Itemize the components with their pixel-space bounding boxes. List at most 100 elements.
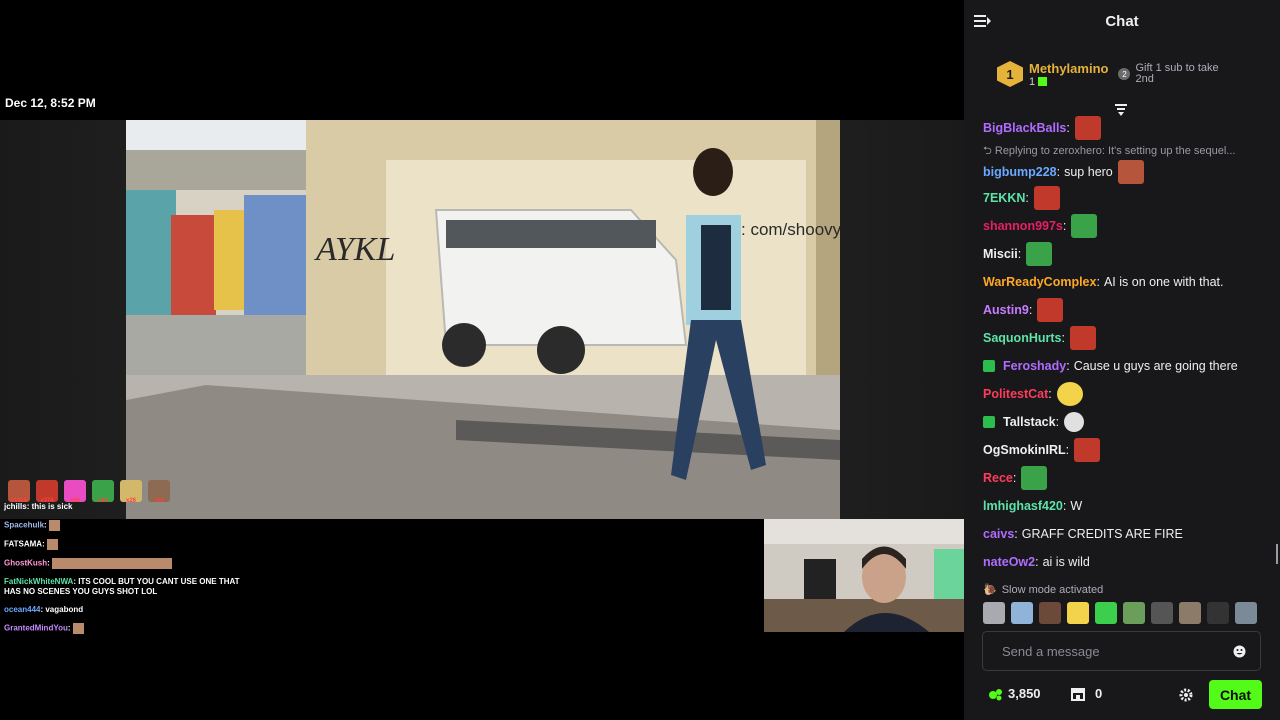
message-username[interactable]: PolitestCat: [983, 387, 1048, 401]
combo-emote: x1016: [8, 480, 30, 504]
chat-message[interactable]: SaquonHurts:: [983, 324, 1280, 352]
stream-video[interactable]: AYKL vy: com/shoovy: [126, 120, 840, 519]
message-username[interactable]: Feroshady: [1003, 359, 1066, 373]
chat-panel: Chat 1 Methylamino 1 2 Gift 1 sub to tak…: [964, 0, 1280, 720]
message-username[interactable]: BigBlackBalls: [983, 121, 1066, 135]
quick-emote[interactable]: [1039, 602, 1061, 624]
overlay-chat-line: GrantedMindYou:: [4, 623, 244, 634]
message-username[interactable]: OgSmokinIRL: [983, 443, 1066, 457]
gifter-badge-icon: [983, 416, 995, 428]
chat-message[interactable]: 7EKKN:: [983, 184, 1280, 212]
quick-emote[interactable]: [1235, 602, 1257, 624]
top-gifter-banner[interactable]: 1 Methylamino 1 2 Gift 1 sub to take 2nd: [964, 42, 1280, 106]
message-username[interactable]: caivs: [983, 527, 1014, 541]
message-emote: [1064, 412, 1085, 432]
message-emote: [1117, 160, 1144, 184]
overlay-user: FatNickWhiteNWA: [4, 577, 74, 586]
overlay-user: jchills: [4, 502, 27, 511]
emote-combo-strip: x1016 x374 x65 x61 x26 x20: [8, 480, 170, 504]
stream-timestamp: Dec 12, 8:52 PM: [5, 96, 96, 110]
webcam-image: [764, 519, 964, 632]
overlay-user: FATSAMA: [4, 539, 43, 549]
overlay-chat-line: Spacehulk:: [4, 520, 244, 531]
send-chat-button[interactable]: Chat: [1209, 680, 1262, 709]
reply-text: Replying to zeroxhero: It's setting up t…: [994, 145, 1236, 157]
overlay-emote-row: [51, 558, 172, 569]
message-username[interactable]: bigbump228: [983, 165, 1057, 179]
overlay-user: GrantedMindYou: [4, 623, 68, 633]
chat-message[interactable]: Tallstack:: [983, 408, 1280, 436]
collapse-chat-icon[interactable]: [974, 13, 992, 29]
quick-emote[interactable]: [1011, 602, 1033, 624]
message-input-box[interactable]: [982, 631, 1261, 671]
chat-message[interactable]: nateOw2: ai is wild: [983, 548, 1280, 576]
chat-message[interactable]: lmhighasf420: W: [983, 492, 1280, 520]
message-username[interactable]: Austin9: [983, 303, 1029, 317]
chat-header: Chat: [964, 0, 1280, 42]
chat-message[interactable]: Feroshady: Cause u guys are going there: [983, 352, 1280, 380]
chat-message[interactable]: Austin9:: [983, 296, 1280, 324]
overlay-text: :: [44, 520, 47, 530]
chat-message[interactable]: WarReadyComplex: AI is on one with that.: [983, 268, 1280, 296]
quick-emote[interactable]: [1151, 602, 1173, 624]
chat-message[interactable]: caivs: GRAFF CREDITS ARE FIRE: [983, 520, 1280, 548]
reply-context: ⮌ Replying to zeroxhero: It's setting up…: [983, 144, 1236, 158]
chat-message[interactable]: OgSmokinIRL:: [983, 436, 1280, 464]
quick-emote[interactable]: [1179, 602, 1201, 624]
quick-emote[interactable]: [1207, 602, 1229, 624]
chat-message[interactable]: PolitestCat:: [983, 380, 1280, 408]
overlay-chat-line: FatNickWhiteNWA: ITS COOL BUT YOU CANT U…: [4, 577, 244, 597]
message-input[interactable]: [1002, 643, 1233, 659]
message-username[interactable]: nateOw2: [983, 555, 1035, 569]
chat-scrollbar[interactable]: [1276, 544, 1278, 564]
emoji-picker-icon[interactable]: [1233, 645, 1246, 658]
graffiti-url: vy: com/shoovy: [724, 220, 840, 239]
gift-prompt-text: Gift 1 sub to take 2nd: [1135, 62, 1219, 85]
overlay-user: GhostKush: [4, 558, 48, 568]
message-username[interactable]: 7EKKN: [983, 191, 1025, 205]
quick-emote[interactable]: [1095, 602, 1117, 624]
message-text: ai is wild: [1042, 555, 1090, 569]
gift-prompt: 2 Gift 1 sub to take 2nd: [1118, 63, 1235, 85]
quick-emote[interactable]: [1123, 602, 1145, 624]
chat-message[interactable]: bigbump228: sup hero: [983, 160, 1280, 184]
quick-emote[interactable]: [1067, 602, 1089, 624]
combo-emote: x20: [148, 480, 170, 504]
message-username[interactable]: shannon997s: [983, 219, 1063, 233]
quick-emote[interactable]: [983, 602, 1005, 624]
message-text: AI is on one with that.: [1103, 275, 1224, 289]
gear-icon[interactable]: [1179, 688, 1193, 702]
combo-emote: x374: [36, 480, 58, 504]
message-username[interactable]: Miscii: [983, 247, 1018, 261]
chat-message[interactable]: shannon997s:: [983, 212, 1280, 240]
snail-icon: 🐌: [983, 584, 997, 596]
graffiti-text: AYKL: [314, 231, 395, 268]
message-emote: [1056, 382, 1083, 406]
store-button[interactable]: 0: [1070, 686, 1102, 701]
channel-points[interactable]: 3,850: [988, 686, 1041, 701]
chat-message[interactable]: Miscii:: [983, 240, 1280, 268]
message-username[interactable]: WarReadyComplex: [983, 275, 1096, 289]
overlay-chat-line: GhostKush:: [4, 558, 244, 569]
message-username[interactable]: Tallstack: [1003, 415, 1056, 429]
message-username[interactable]: SaquonHurts: [983, 331, 1061, 345]
message-emote: [1021, 466, 1048, 490]
chat-message[interactable]: Rece:: [983, 464, 1280, 492]
message-username[interactable]: Rece: [983, 471, 1013, 485]
top-gifter: Methylamino 1: [1029, 61, 1108, 88]
next-rank-badge: 2: [1118, 68, 1131, 80]
combo-emote: x65: [64, 480, 86, 504]
combo-emote: x26: [120, 480, 142, 504]
quick-emote-row: [983, 602, 1257, 624]
gift-icon: [1038, 77, 1048, 87]
rank-badge: 1: [997, 61, 1023, 87]
message-emote: [1069, 326, 1096, 350]
message-text: sup hero: [1064, 165, 1113, 179]
points-value: 3,850: [1008, 686, 1041, 701]
overlay-text: : vagabond: [40, 605, 84, 614]
chat-message[interactable]: BigBlackBalls:: [983, 114, 1280, 142]
message-username[interactable]: lmhighasf420: [983, 499, 1063, 513]
store-count: 0: [1095, 686, 1103, 701]
overlay-chat-line: FATSAMA:: [4, 539, 244, 550]
overlay-text: : this is sick: [26, 502, 73, 511]
